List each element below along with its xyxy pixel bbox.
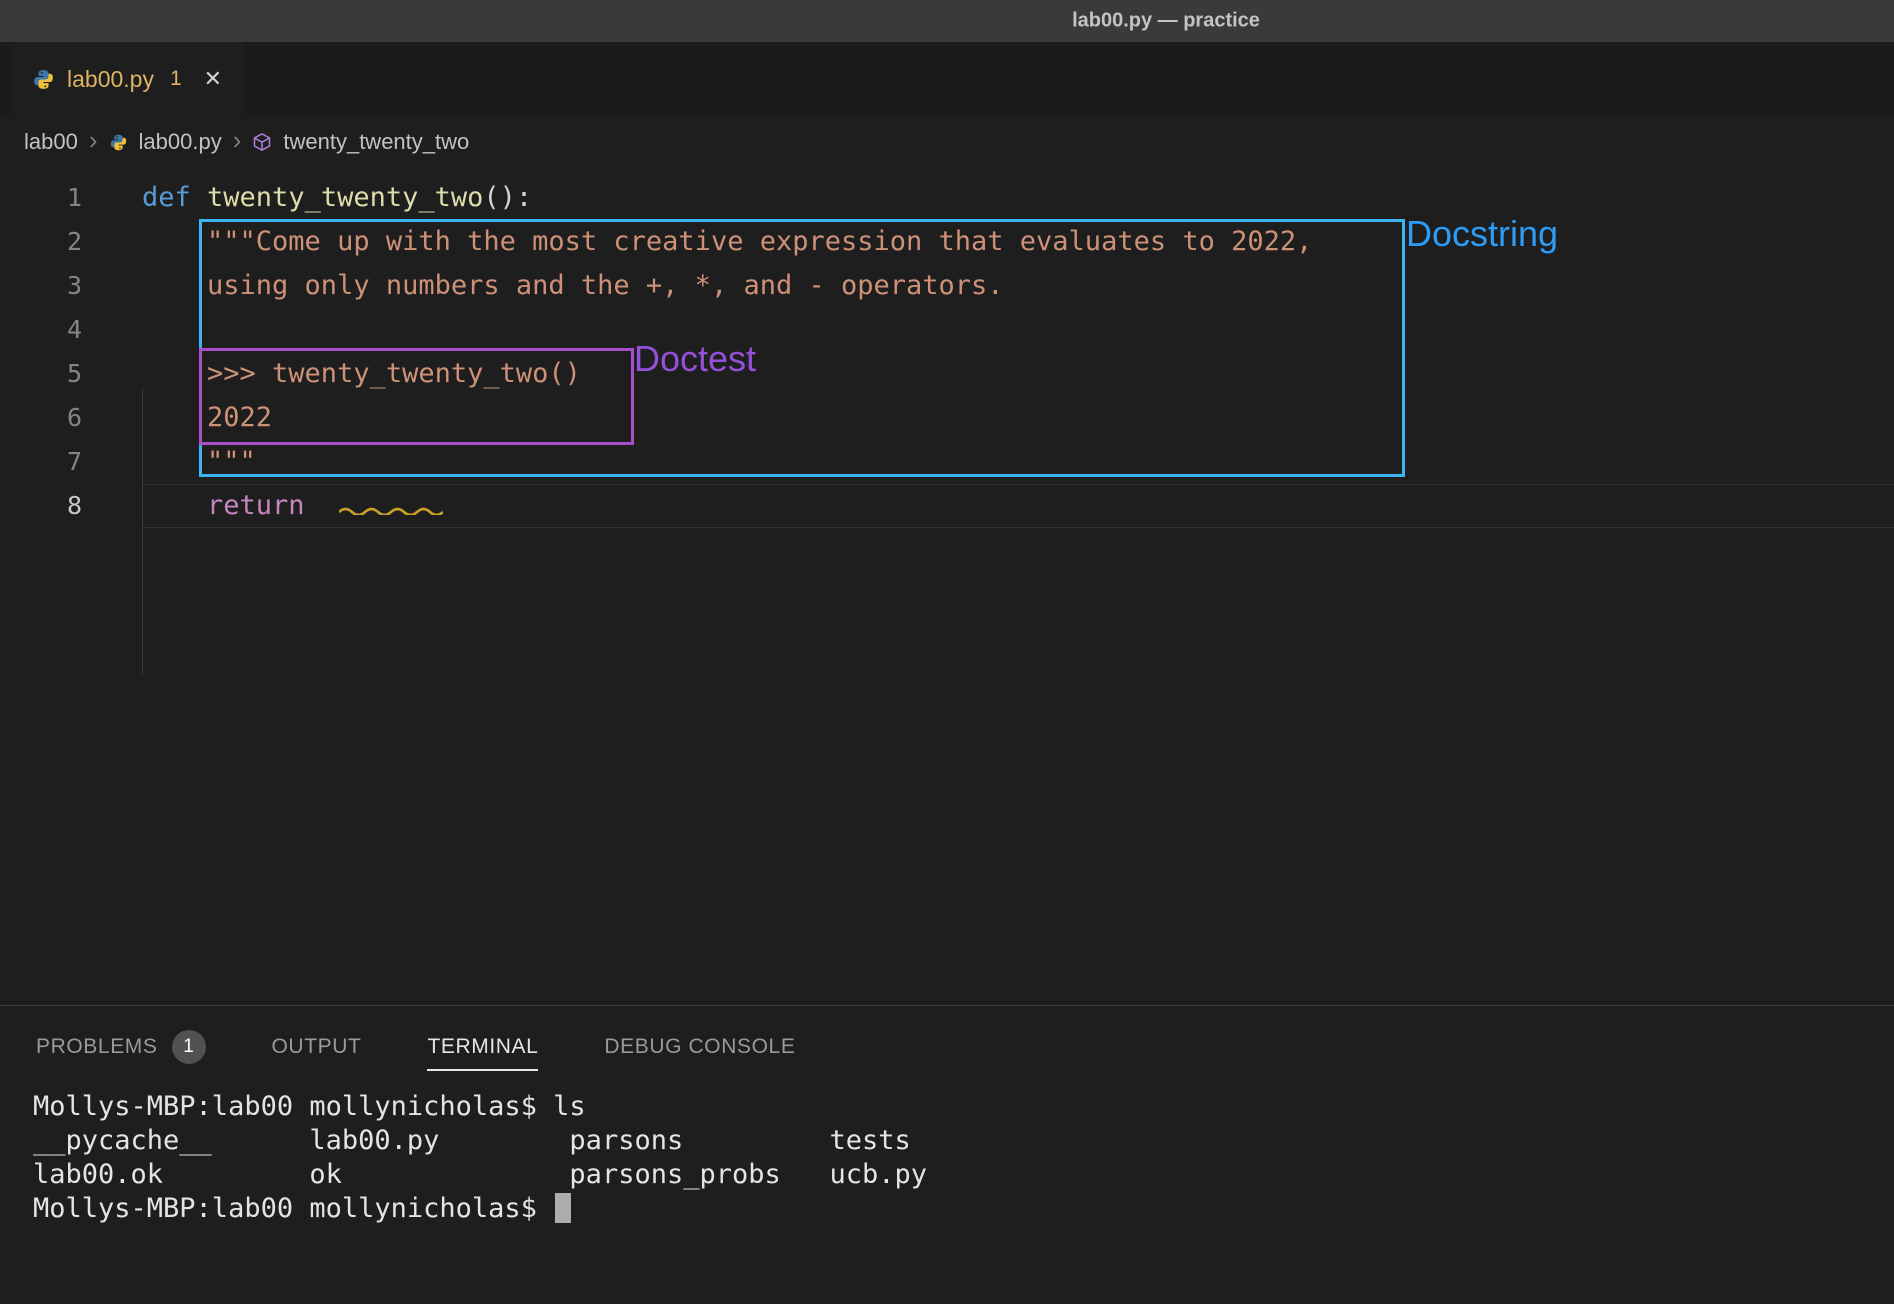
code-line-6[interactable]: 6 2022 bbox=[0, 396, 1894, 440]
code-token: return bbox=[142, 490, 305, 521]
line-number: 5 bbox=[0, 352, 82, 396]
code-token: twenty_twenty_two bbox=[191, 182, 484, 213]
code-line-3[interactable]: 3 using only numbers and the +, *, and -… bbox=[0, 264, 1894, 308]
doctest-annotation-label: Doctest bbox=[634, 338, 756, 380]
tab-output[interactable]: OUTPUT bbox=[272, 1035, 362, 1071]
python-icon bbox=[32, 68, 55, 91]
code-token: def bbox=[142, 182, 191, 213]
python-icon bbox=[109, 133, 128, 152]
indent-guide bbox=[142, 388, 143, 675]
line-number: 3 bbox=[0, 264, 82, 308]
terminal-line: Mollys-MBP:lab00 mollynicholas$ bbox=[33, 1192, 927, 1226]
vscode-window: lab00.py — practice lab00.py 1 ✕ lab00 ›… bbox=[0, 0, 1894, 1304]
tab-debug-console[interactable]: DEBUG CONSOLE bbox=[604, 1035, 795, 1071]
code-line-4[interactable]: 4 bbox=[0, 308, 1894, 352]
code-token: >>> twenty_twenty_two() bbox=[142, 358, 581, 389]
code-editor[interactable]: 1 def twenty_twenty_two(): 2 """Come up … bbox=[0, 168, 1894, 1005]
code-content: using only numbers and the +, *, and - o… bbox=[142, 264, 1894, 308]
symbol-cube-icon bbox=[252, 132, 272, 152]
code-line-8-current[interactable]: 8 return bbox=[0, 484, 1894, 528]
code-line-1[interactable]: 1 def twenty_twenty_two(): bbox=[0, 176, 1894, 220]
terminal-text: Mollys-MBP:lab00 mollynicholas$ ls bbox=[33, 1091, 586, 1122]
chevron-right-icon: › bbox=[233, 127, 242, 157]
code-content: 2022 bbox=[142, 396, 1894, 440]
tab-problems[interactable]: PROBLEMS 1 bbox=[36, 1030, 206, 1076]
code-token: using only numbers and the +, *, and - o… bbox=[142, 270, 1004, 301]
code-token: 2022 bbox=[142, 402, 272, 433]
panel-tab-label: PROBLEMS bbox=[36, 1035, 158, 1059]
terminal-cursor bbox=[555, 1193, 571, 1223]
code-content: return bbox=[142, 484, 1894, 528]
breadcrumb-item-symbol[interactable]: twenty_twenty_two bbox=[283, 129, 469, 155]
close-icon[interactable]: ✕ bbox=[204, 66, 222, 92]
code-content: """Come up with the most creative expres… bbox=[142, 220, 1894, 264]
line-number: 4 bbox=[0, 308, 82, 352]
code-content: """ bbox=[142, 440, 1894, 484]
terminal-text: Mollys-MBP:lab00 mollynicholas$ bbox=[33, 1193, 553, 1224]
editor-tab-strip: lab00.py 1 ✕ bbox=[0, 42, 1894, 116]
docstring-annotation-label: Docstring bbox=[1406, 213, 1558, 255]
panel-tab-label: OUTPUT bbox=[272, 1035, 362, 1059]
line-number: 2 bbox=[0, 220, 82, 264]
code-content: >>> twenty_twenty_two() bbox=[142, 352, 1894, 396]
title-bar[interactable]: lab00.py — practice bbox=[0, 0, 1894, 42]
panel-tab-bar: PROBLEMS 1 OUTPUT TERMINAL DEBUG CONSOLE bbox=[36, 1030, 795, 1076]
terminal-line: lab00.ok ok parsons_probs ucb.py bbox=[33, 1158, 927, 1192]
tab-lab00py[interactable]: lab00.py 1 ✕ bbox=[10, 42, 244, 116]
terminal-text: lab00.ok ok parsons_probs ucb.py bbox=[33, 1159, 927, 1190]
breadcrumb: lab00 › lab00.py › twenty_twenty_two bbox=[0, 116, 1894, 168]
tab-filename: lab00.py bbox=[67, 66, 154, 93]
bottom-panel: PROBLEMS 1 OUTPUT TERMINAL DEBUG CONSOLE… bbox=[0, 1005, 1894, 1304]
terminal-line: Mollys-MBP:lab00 mollynicholas$ ls bbox=[33, 1090, 927, 1124]
code-line-2[interactable]: 2 """Come up with the most creative expr… bbox=[0, 220, 1894, 264]
breadcrumb-item-folder[interactable]: lab00 bbox=[24, 129, 78, 155]
code-line-7[interactable]: 7 """ bbox=[0, 440, 1894, 484]
line-number: 1 bbox=[0, 176, 82, 220]
problems-count-badge: 1 bbox=[172, 1030, 206, 1064]
terminal-text: __pycache__ lab00.py parsons tests bbox=[33, 1125, 911, 1156]
tab-terminal[interactable]: TERMINAL bbox=[427, 1035, 538, 1071]
code-content: def twenty_twenty_two(): bbox=[142, 176, 1894, 220]
line-number: 7 bbox=[0, 440, 82, 484]
window-title: lab00.py — practice bbox=[1072, 10, 1260, 33]
chevron-right-icon: › bbox=[89, 127, 98, 157]
breadcrumb-item-file[interactable]: lab00.py bbox=[139, 129, 222, 155]
code-content bbox=[142, 308, 1894, 352]
warning-squiggle-icon bbox=[339, 505, 443, 515]
tab-problems-count: 1 bbox=[170, 67, 182, 91]
line-number: 8 bbox=[0, 484, 82, 528]
panel-tab-label: TERMINAL bbox=[427, 1035, 538, 1059]
terminal-output[interactable]: Mollys-MBP:lab00 mollynicholas$ ls __pyc… bbox=[33, 1090, 927, 1226]
code-token: """ bbox=[142, 446, 256, 477]
panel-tab-label: DEBUG CONSOLE bbox=[604, 1035, 795, 1059]
code-token: """Come up with the most creative expres… bbox=[142, 226, 1312, 257]
terminal-line: __pycache__ lab00.py parsons tests bbox=[33, 1124, 927, 1158]
code-line-5[interactable]: 5 >>> twenty_twenty_two() bbox=[0, 352, 1894, 396]
code-token: (): bbox=[483, 182, 532, 213]
line-number: 6 bbox=[0, 396, 82, 440]
